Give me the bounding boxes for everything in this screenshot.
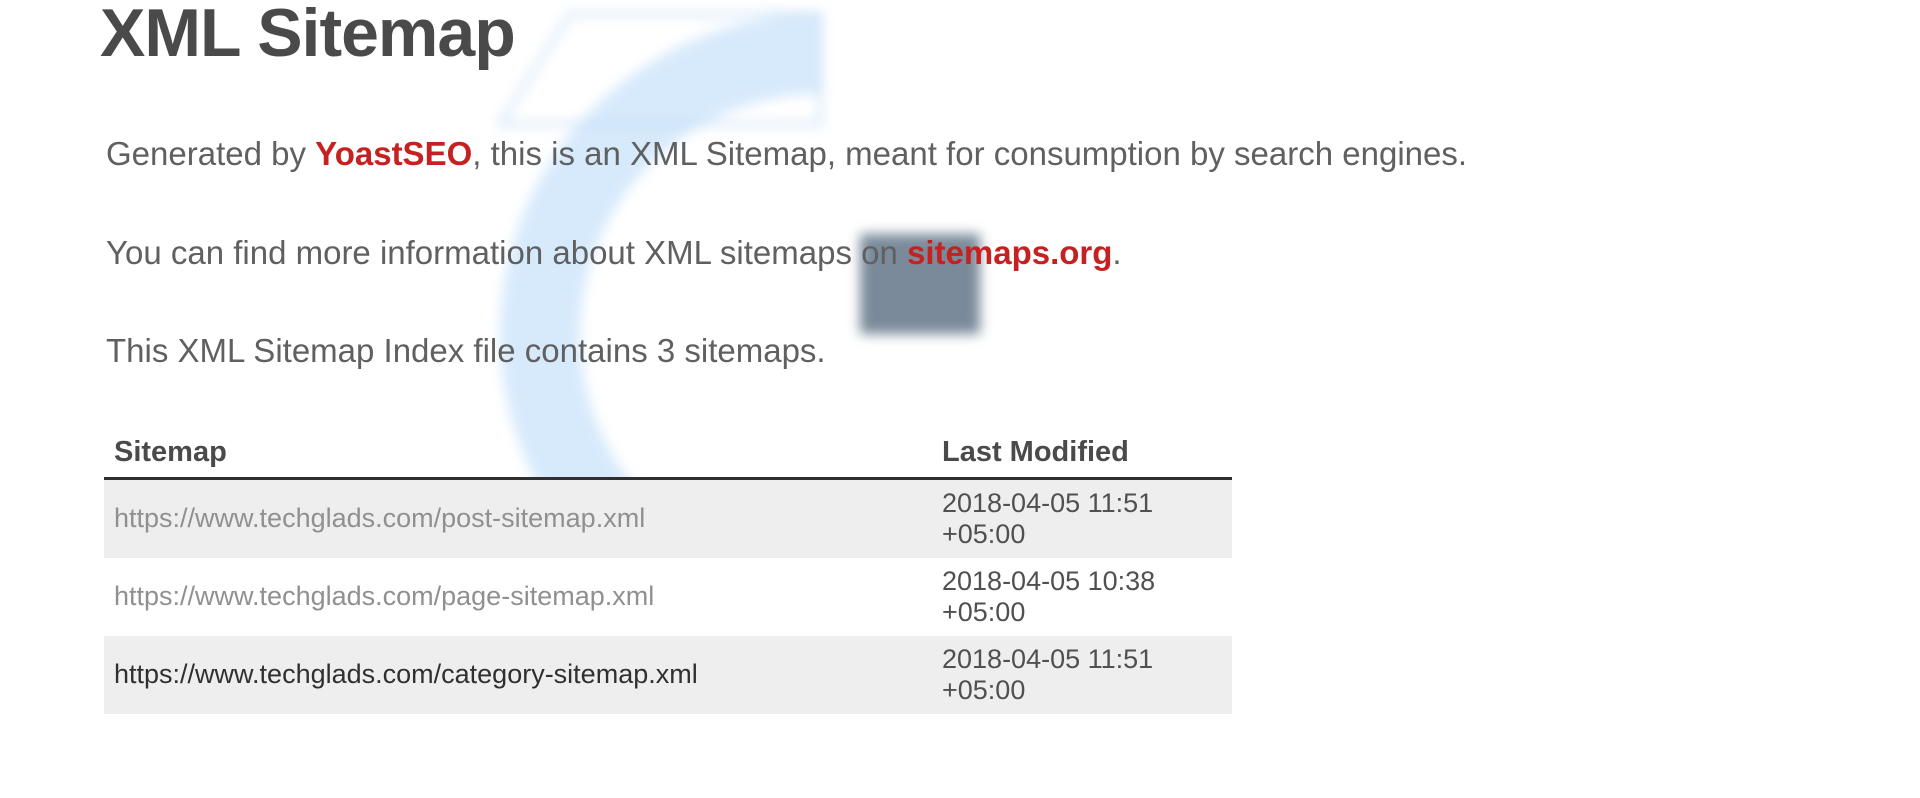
- yoastseo-link[interactable]: YoastSEO: [315, 135, 472, 172]
- intro-text: Generated by YoastSEO, this is an XML Si…: [106, 132, 1814, 177]
- sitemap-modified: 2018-04-05 11:51 +05:00: [932, 478, 1232, 558]
- sitemap-table: Sitemap Last Modified https://www.techgl…: [104, 428, 1232, 714]
- intro-prefix: Generated by: [106, 135, 315, 172]
- table-row: https://www.techglads.com/category-sitem…: [104, 636, 1232, 714]
- sitemap-modified: 2018-04-05 11:51 +05:00: [932, 636, 1232, 714]
- info-text: You can find more information about XML …: [106, 231, 1814, 276]
- sitemap-count-text: This XML Sitemap Index file contains 3 s…: [106, 329, 1814, 374]
- page-title: XML Sitemap: [100, 0, 1820, 72]
- col-header-sitemap: Sitemap: [104, 428, 932, 479]
- sitemap-link[interactable]: https://www.techglads.com/page-sitemap.x…: [114, 581, 654, 611]
- info-prefix: You can find more information about XML …: [106, 234, 907, 271]
- intro-suffix: , this is an XML Sitemap, meant for cons…: [472, 135, 1467, 172]
- table-row: https://www.techglads.com/page-sitemap.x…: [104, 558, 1232, 636]
- sitemap-link[interactable]: https://www.techglads.com/category-sitem…: [114, 659, 698, 689]
- table-row: https://www.techglads.com/post-sitemap.x…: [104, 478, 1232, 558]
- sitemap-link[interactable]: https://www.techglads.com/post-sitemap.x…: [114, 503, 645, 533]
- info-suffix: .: [1112, 234, 1121, 271]
- sitemap-modified: 2018-04-05 10:38 +05:00: [932, 558, 1232, 636]
- col-header-modified: Last Modified: [932, 428, 1232, 479]
- sitemaps-org-link[interactable]: sitemaps.org: [907, 234, 1112, 271]
